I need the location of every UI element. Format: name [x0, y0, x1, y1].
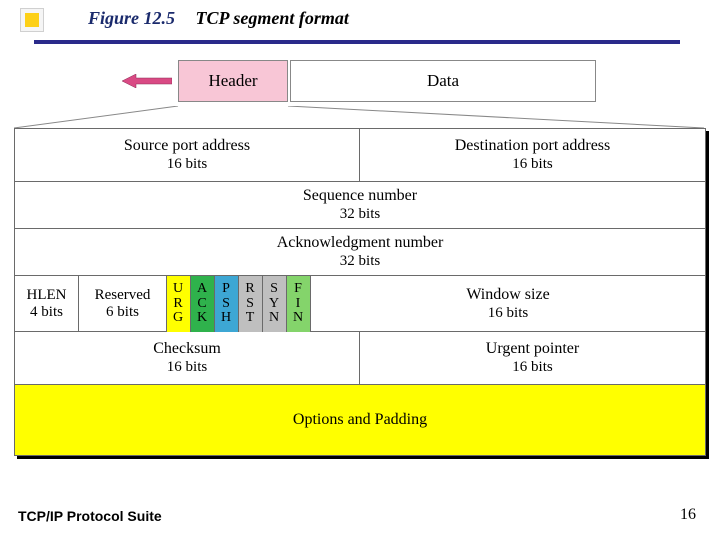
field-bits: 16 bits	[512, 359, 552, 376]
field-bits: 4 bits	[30, 304, 63, 321]
segment-overview: Header Data	[178, 60, 596, 106]
field-bits: 32 bits	[340, 206, 380, 223]
figure-label: Figure 12.5	[88, 8, 175, 28]
row-flags: HLEN 4 bits Reserved 6 bits URG ACK PSH …	[15, 276, 705, 332]
arrow-left-icon	[122, 74, 172, 88]
field-bits: 16 bits	[167, 156, 207, 173]
figure-subtitle: TCP segment format	[196, 8, 349, 28]
field-bits: 32 bits	[340, 253, 380, 270]
flag-psh: PSH	[215, 276, 239, 332]
figure-title: Figure 12.5 TCP segment format	[88, 8, 349, 29]
footer-book-title: TCP/IP Protocol Suite	[18, 508, 162, 524]
flag-rst: RST	[239, 276, 263, 332]
field-ack-number: Acknowledgment number 32 bits	[15, 229, 705, 275]
field-label: Sequence number	[303, 187, 417, 205]
row-checksum-urgent: Checksum 16 bits Urgent pointer 16 bits	[15, 332, 705, 385]
field-sequence-number: Sequence number 32 bits	[15, 182, 705, 228]
row-seq: Sequence number 32 bits	[15, 182, 705, 229]
field-checksum: Checksum 16 bits	[15, 332, 360, 384]
field-hlen: HLEN 4 bits	[15, 276, 79, 332]
field-label: Source port address	[124, 137, 250, 155]
header-box: Header	[178, 60, 288, 102]
field-label: Window size	[466, 286, 549, 304]
flag-ack: ACK	[191, 276, 215, 332]
flag-urg: URG	[167, 276, 191, 332]
field-label: HLEN	[27, 287, 67, 304]
header-box-label: Header	[208, 71, 257, 91]
row-ack: Acknowledgment number 32 bits	[15, 229, 705, 276]
row-options: Options and Padding	[15, 385, 705, 455]
title-underline	[34, 40, 680, 44]
field-bits: 16 bits	[167, 359, 207, 376]
row-ports: Source port address 16 bits Destination …	[15, 129, 705, 182]
field-label: Destination port address	[455, 137, 611, 155]
flag-fin: FIN	[287, 276, 311, 332]
field-label: Acknowledgment number	[277, 234, 444, 252]
data-box-label: Data	[427, 71, 459, 91]
field-label: Urgent pointer	[486, 340, 579, 358]
field-options-padding: Options and Padding	[15, 385, 705, 455]
field-reserved: Reserved 6 bits	[79, 276, 167, 332]
data-box: Data	[290, 60, 596, 102]
field-window-size: Window size 16 bits	[311, 276, 705, 332]
expansion-lines	[14, 106, 706, 128]
slide-header: Figure 12.5 TCP segment format	[20, 6, 700, 42]
field-dest-port: Destination port address 16 bits	[360, 129, 705, 181]
page-number: 16	[680, 506, 696, 524]
field-urgent-pointer: Urgent pointer 16 bits	[360, 332, 705, 384]
field-bits: 16 bits	[488, 305, 528, 322]
tcp-segment-diagram: Header Data Source port address 16 bits …	[14, 60, 706, 456]
tcp-header-fields: Source port address 16 bits Destination …	[14, 128, 706, 456]
field-label: Checksum	[153, 340, 221, 358]
bullet-icon	[20, 8, 44, 32]
field-source-port: Source port address 16 bits	[15, 129, 360, 181]
field-bits: 16 bits	[512, 156, 552, 173]
field-label: Reserved	[95, 287, 151, 304]
field-label: Options and Padding	[293, 411, 427, 429]
field-bits: 6 bits	[106, 304, 139, 321]
flag-syn: SYN	[263, 276, 287, 332]
